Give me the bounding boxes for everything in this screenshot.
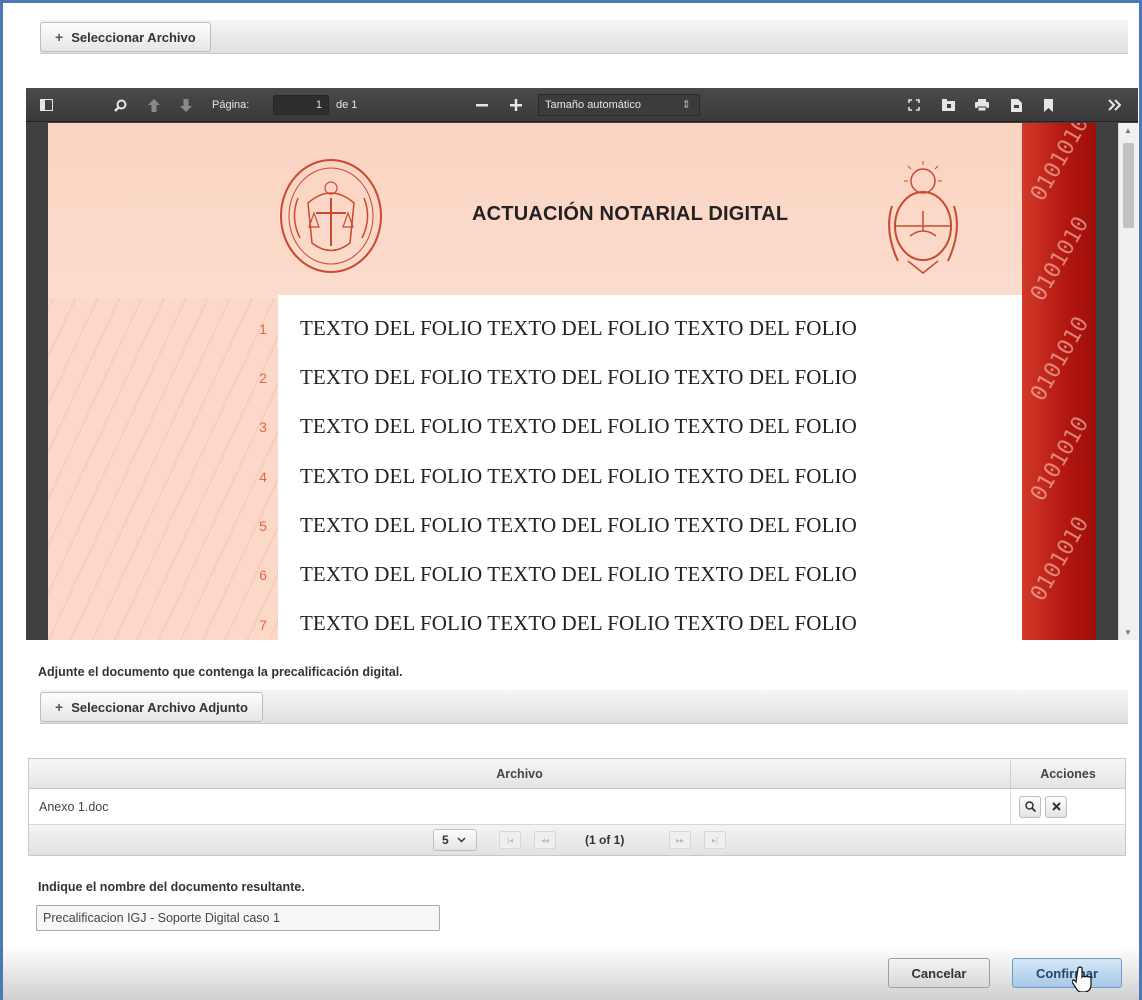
pdf-page: 0101010 0101010 0101010 0101010 0101010 (48, 123, 1096, 640)
line-number: 4 (259, 469, 267, 485)
plus-icon: + (55, 699, 64, 715)
scroll-up-icon[interactable]: ▲ (1124, 126, 1132, 135)
sidebar-toggle-icon[interactable] (36, 88, 56, 122)
line-number: 1 (259, 321, 267, 337)
band-text: 0101010 (1026, 512, 1095, 606)
tools-icon[interactable] (1102, 88, 1126, 122)
search-icon[interactable] (110, 88, 130, 122)
table-row[interactable]: Anexo 1.doc (29, 789, 1125, 825)
rows-per-page-value: 5 (442, 833, 449, 847)
zoom-select[interactable]: Tamaño automático ⇕ (538, 94, 700, 116)
scroll-down-icon[interactable]: ▼ (1124, 628, 1132, 637)
band-text: 0101010 (1026, 412, 1095, 506)
folio-line: TEXTO DEL FOLIO TEXTO DEL FOLIO TEXTO DE… (300, 513, 857, 537)
file-name-cell: Anexo 1.doc (29, 789, 1011, 824)
table-paginator: 5 |◂ ◂◂ (1 of 1) ▸▸ ▸| (29, 825, 1125, 855)
open-file-icon[interactable] (938, 88, 958, 122)
chevron-down-icon (457, 837, 466, 843)
plus-icon: + (55, 29, 64, 45)
folio-line: TEXTO DEL FOLIO TEXTO DEL FOLIO TEXTO DE… (300, 365, 857, 389)
select-file-button[interactable]: + Seleccionar Archivo (40, 22, 211, 52)
zoom-in-icon[interactable] (506, 88, 526, 122)
attachment-upload-bar: + Seleccionar Archivo Adjunto (40, 690, 1128, 724)
print-icon[interactable] (972, 88, 992, 122)
next-page-button[interactable]: ▸▸ (669, 831, 691, 849)
pdf-vertical-scrollbar[interactable]: ▲ ▼ (1118, 123, 1138, 640)
hand-cursor-icon (1071, 966, 1092, 997)
download-icon[interactable] (1006, 88, 1026, 122)
folio-line: TEXTO DEL FOLIO TEXTO DEL FOLIO TEXTO DE… (300, 316, 857, 340)
previous-page-icon[interactable] (144, 88, 164, 122)
column-header-file[interactable]: Archivo (29, 759, 1011, 788)
last-page-button[interactable]: ▸| (704, 831, 726, 849)
page-report: (1 of 1) (585, 833, 625, 847)
bookmark-icon[interactable] (1038, 88, 1058, 122)
notary-college-seal-icon (278, 158, 388, 283)
attachment-instruction: Adjunte el documento que contenga la pre… (38, 665, 403, 679)
scrollbar-thumb[interactable] (1123, 143, 1134, 228)
presentation-mode-icon[interactable] (904, 88, 924, 122)
first-page-button[interactable]: |◂ (499, 831, 521, 849)
folio-line: TEXTO DEL FOLIO TEXTO DEL FOLIO TEXTO DE… (300, 414, 857, 438)
column-header-actions: Acciones (1040, 766, 1096, 781)
row-actions (1011, 789, 1125, 824)
result-name-input[interactable]: Precalificacion IGJ - Soporte Digital ca… (36, 905, 440, 931)
line-number: 5 (259, 518, 267, 534)
folio-line: TEXTO DEL FOLIO TEXTO DEL FOLIO TEXTO DE… (300, 611, 857, 635)
line-number: 2 (259, 370, 267, 386)
zoom-select-value: Tamaño automático (545, 99, 641, 111)
attachments-table: Archivo Acciones Anexo 1.doc 5 |◂ ◂◂ (1 … (28, 758, 1126, 856)
delete-attachment-button[interactable] (1045, 795, 1067, 818)
file-upload-bar: + Seleccionar Archivo (40, 20, 1128, 54)
previous-page-button[interactable]: ◂◂ (534, 831, 556, 849)
page-label: Página: (212, 99, 250, 111)
select-attachment-label: Seleccionar Archivo Adjunto (71, 699, 248, 715)
folio-line: TEXTO DEL FOLIO TEXTO DEL FOLIO TEXTO DE… (300, 562, 857, 586)
select-file-label: Seleccionar Archivo (71, 29, 196, 45)
select-attachment-button[interactable]: + Seleccionar Archivo Adjunto (40, 692, 263, 722)
decorative-binary-band: 0101010 0101010 0101010 0101010 0101010 (1022, 123, 1096, 640)
confirm-button[interactable]: Confirmar (1012, 958, 1122, 988)
pdf-toolbar: Página: 1 de 1 Tamaño automático ⇕ (26, 88, 1138, 122)
next-page-icon[interactable] (176, 88, 196, 122)
line-number: 6 (259, 567, 267, 583)
folio-line: TEXTO DEL FOLIO TEXTO DEL FOLIO TEXTO DE… (300, 464, 857, 488)
close-icon (1051, 802, 1061, 811)
line-number: 3 (259, 419, 267, 435)
document-area: 0101010 0101010 0101010 0101010 0101010 (26, 123, 1118, 640)
page-count: de 1 (336, 99, 358, 111)
pdf-viewer: Página: 1 de 1 Tamaño automático ⇕ 01010… (26, 88, 1138, 640)
result-name-label: Indique el nombre del documento resultan… (38, 880, 305, 894)
magnifier-icon (1024, 801, 1036, 812)
band-text: 0101010 (1026, 212, 1095, 306)
document-title: ACTUACIÓN NOTARIAL DIGITAL (472, 203, 789, 225)
select-caret-icon: ⇕ (681, 99, 691, 111)
view-attachment-button[interactable] (1019, 795, 1041, 818)
band-text: 0101010 (1026, 123, 1095, 206)
national-coat-of-arms-icon (878, 161, 968, 286)
cancel-button[interactable]: Cancelar (888, 958, 990, 988)
band-text: 0101010 (1026, 312, 1095, 406)
zoom-out-icon[interactable] (472, 88, 492, 122)
rows-per-page-select[interactable]: 5 (433, 829, 477, 851)
line-number: 7 (259, 617, 267, 633)
table-header: Archivo Acciones (29, 759, 1125, 789)
page-number-input[interactable]: 1 (273, 95, 329, 115)
